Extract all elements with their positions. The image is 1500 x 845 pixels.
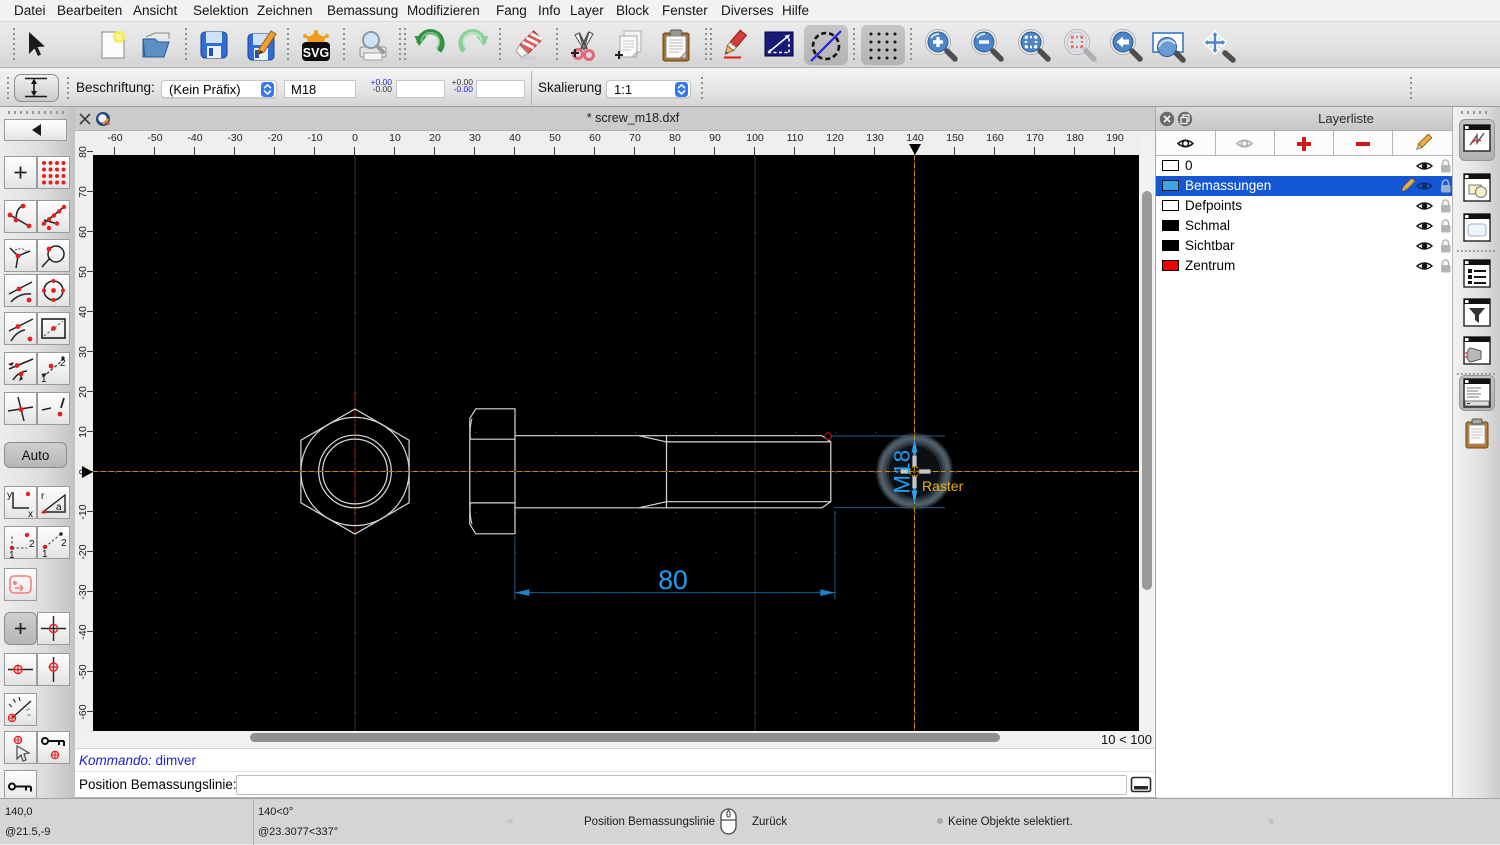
svg-text:2: 2: [61, 538, 67, 549]
svg-text:2: 2: [60, 358, 66, 369]
svg-text:2: 2: [29, 539, 35, 550]
svg-text:SVG: SVG: [303, 46, 329, 60]
svg-text:1: 1: [9, 550, 15, 558]
svg-text:r: r: [41, 491, 45, 502]
svg-text:x: x: [28, 509, 33, 518]
svg-text:1: 1: [42, 549, 48, 558]
svg-text:1: 1: [41, 374, 47, 384]
svg-text:80: 80: [658, 565, 687, 595]
svg-text:Raster: Raster: [922, 478, 964, 494]
svg-text:M18: M18: [890, 450, 915, 494]
svg-text:y: y: [7, 490, 12, 501]
svg-text:a: a: [56, 502, 62, 513]
